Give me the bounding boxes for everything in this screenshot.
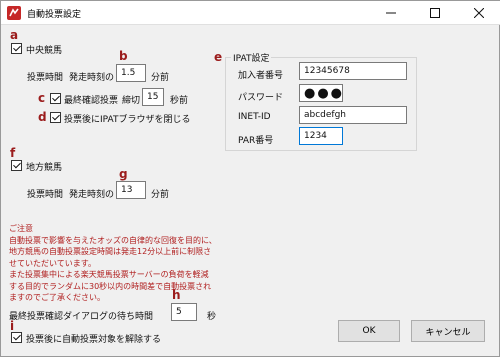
jra-before-start-label: 発走時刻の <box>69 73 115 83</box>
release-after-vote-label: 投票後に自動投票対象を解除する <box>26 335 162 345</box>
annotation-d: d <box>38 110 47 124</box>
deadline-seconds-input[interactable]: 15 <box>142 88 164 106</box>
notice-line: せていただいています。 <box>9 258 96 268</box>
pars-input[interactable]: 1234 <box>299 127 343 145</box>
dialog-wait-label: 最終投票確認ダイアログの待ち時間 <box>9 312 154 322</box>
nar-minutes-input[interactable]: 13 <box>116 181 146 199</box>
window-title: 自動投票設定 <box>27 10 82 20</box>
annotation-c: c <box>38 91 46 105</box>
notice-line: する目的でランダムに30秒以内の時間差で自動投票され <box>9 281 212 291</box>
notice-text: ご注意 自動投票で影響を与えたオッズの自律的な回復を目的に、 地方競馬の自動投票… <box>9 223 217 304</box>
maximize-button[interactable] <box>413 1 457 25</box>
minimize-button[interactable] <box>369 1 413 25</box>
title-bar: 自動投票設定 <box>1 1 500 25</box>
ok-button[interactable]: OK <box>338 320 400 342</box>
deadline-seconds-suffix: 秒前 <box>170 96 189 106</box>
jra-minutes-input[interactable]: 1.5 <box>116 64 146 82</box>
nar-before-start-label: 発走時刻の <box>69 190 115 200</box>
release-after-vote-checkbox[interactable] <box>11 332 22 343</box>
inet-id-label: INET-ID <box>238 112 271 122</box>
notice-line: ますのでご了承ください。 <box>9 293 105 302</box>
notice-line: 自動投票で影響を与えたオッズの自律的な回復を目的に、 <box>9 235 217 245</box>
annotation-e: e <box>214 50 223 64</box>
annotation-g: g <box>119 167 128 181</box>
final-confirm-checkbox[interactable] <box>50 93 61 104</box>
jra-checkbox-label: 中央競馬 <box>26 46 63 56</box>
jra-vote-time-label: 投票時間 <box>27 73 64 83</box>
subscriber-input[interactable]: 12345678 <box>299 62 407 80</box>
dialog-wait-input[interactable]: 5 <box>171 303 197 321</box>
annotation-f: f <box>10 146 16 160</box>
password-label: パスワード <box>238 93 284 103</box>
app-icon <box>7 6 21 20</box>
close-ipat-browser-checkbox[interactable] <box>50 112 61 123</box>
notice-line: 地方競馬の自動投票設定時間は発走12分以上前に制限さ <box>9 247 212 256</box>
password-input[interactable]: ●●●● <box>299 84 343 102</box>
cancel-button[interactable]: キャンセル <box>411 320 485 342</box>
nar-minutes-suffix: 分前 <box>151 190 170 200</box>
inet-id-input[interactable]: abcdefgh <box>299 106 407 124</box>
ipat-group-title: IPAT設定 <box>231 51 272 64</box>
dialog-wait-suffix: 秒 <box>207 312 217 322</box>
jra-minutes-suffix: 分前 <box>151 73 170 83</box>
maximize-icon <box>430 8 440 18</box>
final-confirm-label: 最終確認投票 <box>64 96 119 106</box>
close-ipat-browser-label: 投票後にIPATブラウザを閉じる <box>64 115 191 125</box>
deadline-label: 締切 <box>122 96 141 106</box>
nar-checkbox-label: 地方競馬 <box>26 163 63 173</box>
settings-window: 自動投票設定 a b c d e f g h i 中央競馬 投票時間 発走時刻の… <box>0 0 500 357</box>
notice-line: また投票集中による楽天競馬投票サーバーの負荷を軽減 <box>9 270 209 279</box>
minimize-icon <box>386 12 396 14</box>
close-icon <box>474 8 484 18</box>
notice-line: ご注意 <box>9 224 33 233</box>
close-button[interactable] <box>457 1 500 25</box>
nar-vote-time-label: 投票時間 <box>27 190 64 200</box>
annotation-b: b <box>119 49 128 63</box>
subscriber-label: 加入者番号 <box>238 71 284 81</box>
pars-label: PAR番号 <box>238 136 274 146</box>
jra-checkbox[interactable] <box>11 43 22 54</box>
nar-checkbox[interactable] <box>11 160 22 171</box>
annotation-a: a <box>10 28 19 42</box>
